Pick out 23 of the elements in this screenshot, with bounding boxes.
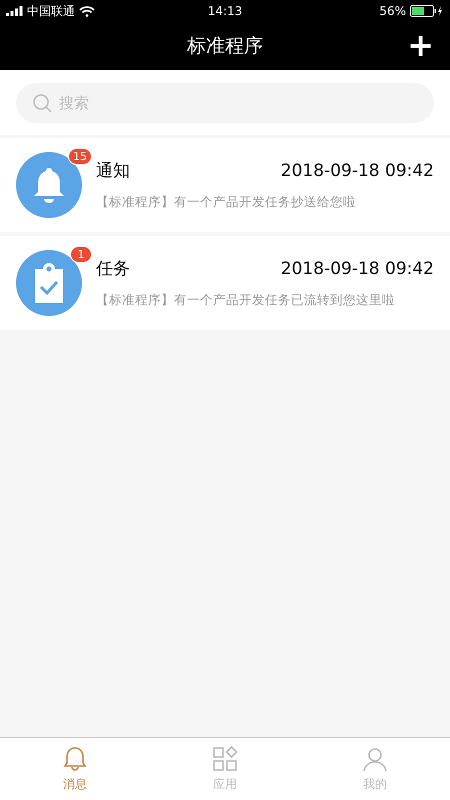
add-button[interactable]: + — [407, 30, 434, 60]
clock-time: 14:13 — [208, 4, 242, 18]
message-time: 2018-09-18 09:42 — [280, 160, 434, 180]
message-time: 2018-09-18 09:42 — [280, 258, 434, 278]
bell-icon — [63, 746, 87, 772]
unread-count: 1 — [70, 246, 92, 263]
message-title: 通知 — [96, 160, 130, 182]
apps-icon — [212, 746, 238, 772]
message-preview: 【标准程序】有一个产品开发任务抄送给您啦 — [96, 194, 357, 211]
unread-count: 15 — [68, 148, 92, 165]
person-icon — [362, 746, 388, 772]
message-row[interactable]: 1 任务 2018-09-18 09:42 【标准程序】有一个产品开发任务已流转到您这里啦 — [0, 236, 450, 330]
battery-percent: 56% — [379, 4, 406, 18]
search-field[interactable]: 搜索 — [16, 83, 434, 123]
message-preview: 【标准程序】有一个产品开发任务已流转到您这里啦 — [96, 292, 396, 309]
carrier-name: 中国联通 — [27, 2, 75, 20]
signal-icon — [6, 6, 23, 16]
message-title: 任务 — [96, 258, 130, 280]
message-row[interactable]: 15 通知 2018-09-18 09:42 【标准程序】有一个产品开发任务抄送给您啦 — [0, 138, 450, 232]
wifi-icon — [79, 6, 95, 16]
battery-icon — [410, 5, 444, 17]
page-title: 标准程序 — [187, 34, 263, 59]
clipboard-check-icon — [33, 263, 65, 303]
